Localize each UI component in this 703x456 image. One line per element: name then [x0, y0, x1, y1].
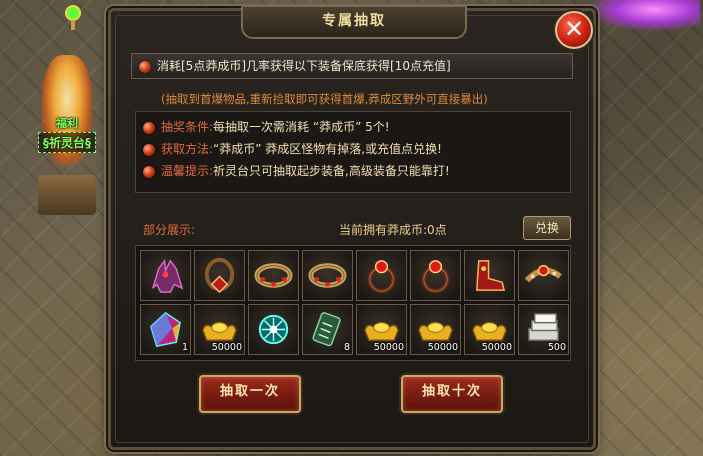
item-slot[interactable]: 500 — [518, 304, 569, 355]
coin-balance-label: 当前拥有莽成币:0点 — [339, 223, 447, 237]
item-quantity: 50000 — [481, 342, 512, 353]
necklace-icon — [204, 257, 235, 294]
exchange-button[interactable]: 兑换 — [523, 216, 571, 240]
draw-once-button[interactable]: 抽取一次 — [199, 375, 301, 413]
item-slot[interactable] — [248, 304, 299, 355]
rule-condition: 抽奖条件:每抽取一次需消耗 “莽成币” 5个! — [136, 116, 570, 138]
item-slot[interactable]: 50000 — [410, 304, 461, 355]
reward-item-grid: 1 50000 8 50000 50000 50000 500 — [135, 245, 571, 361]
purple-magic-glow — [585, 0, 700, 32]
cost-notice-bar: 消耗[5点莽成币]几率获得以下装备保底获得[10点充值] — [131, 53, 573, 79]
item-quantity: 8 — [343, 342, 350, 353]
helmet-icon — [152, 258, 184, 293]
draw-ten-button[interactable]: 抽取十次 — [401, 375, 503, 413]
item-slot[interactable] — [248, 250, 299, 301]
item-slot[interactable]: 50000 — [194, 304, 245, 355]
window-title: 专属抽取 — [241, 5, 467, 39]
altar-base — [38, 175, 96, 215]
altar-label-line1: 福利 — [56, 117, 78, 130]
rules-box: 抽奖条件:每抽取一次需消耗 “莽成币” 5个! 获取方法:“莽成币” 莽成区怪物… — [135, 111, 571, 193]
item-slot[interactable] — [464, 250, 515, 301]
item-quantity: 1 — [181, 342, 188, 353]
ring-icon — [421, 260, 450, 294]
item-slot[interactable]: 8 — [302, 304, 353, 355]
item-slot[interactable] — [410, 250, 461, 301]
item-slot[interactable] — [140, 250, 191, 301]
close-icon[interactable]: ✕ — [555, 11, 593, 49]
belt-icon — [524, 265, 562, 283]
item-slot[interactable]: 50000 — [356, 304, 407, 355]
item-slot[interactable]: 50000 — [464, 304, 515, 355]
green-lantern-icon — [62, 0, 84, 30]
red-orb-icon — [143, 165, 155, 178]
altar-name-tag: 福利 §祈灵台§ — [28, 115, 106, 153]
altar-label-line2: §祈灵台§ — [37, 132, 96, 153]
exclusive-draw-window: 专属抽取 消耗[5点莽成币]几率获得以下装备保底获得[10点充值] (抽取到首爆… — [108, 5, 596, 450]
item-quantity: 50000 — [427, 342, 458, 353]
first-drop-hint: (抽取到首爆物品,重新捡取即可获得首爆,莽成区野外可直接暴出) — [161, 92, 488, 106]
gem-icon — [150, 311, 181, 347]
item-quantity: 50000 — [373, 342, 404, 353]
item-quantity: 50000 — [211, 342, 242, 353]
bracelet-icon — [254, 263, 293, 288]
red-orb-icon — [143, 143, 155, 156]
item-quantity: 500 — [547, 342, 566, 353]
item-slot[interactable] — [302, 250, 353, 301]
red-orb-icon — [143, 121, 155, 134]
item-slot[interactable] — [518, 250, 569, 301]
cost-notice-text: 消耗[5点莽成币]几率获得以下装备保底获得[10点充值] — [157, 59, 451, 73]
orb-icon — [258, 314, 289, 345]
bracelet-icon — [308, 263, 347, 288]
red-orb-icon — [139, 60, 151, 73]
item-slot[interactable] — [356, 250, 407, 301]
ring-icon — [367, 260, 396, 294]
boots-icon — [476, 260, 506, 291]
partial-display-label: 部分展示: — [143, 223, 196, 237]
prayer-altar-npc[interactable]: 福利 §祈灵台§ — [28, 55, 106, 215]
item-slot[interactable] — [194, 250, 245, 301]
rule-tip: 温馨提示:祈灵台只可抽取起步装备,高级装备只能靠打! — [136, 160, 570, 182]
scroll-icon — [312, 312, 341, 347]
item-slot[interactable]: 1 — [140, 304, 191, 355]
rule-obtain-method: 获取方法:“莽成币” 莽成区怪物有掉落,或充值点兑换! — [136, 138, 570, 160]
